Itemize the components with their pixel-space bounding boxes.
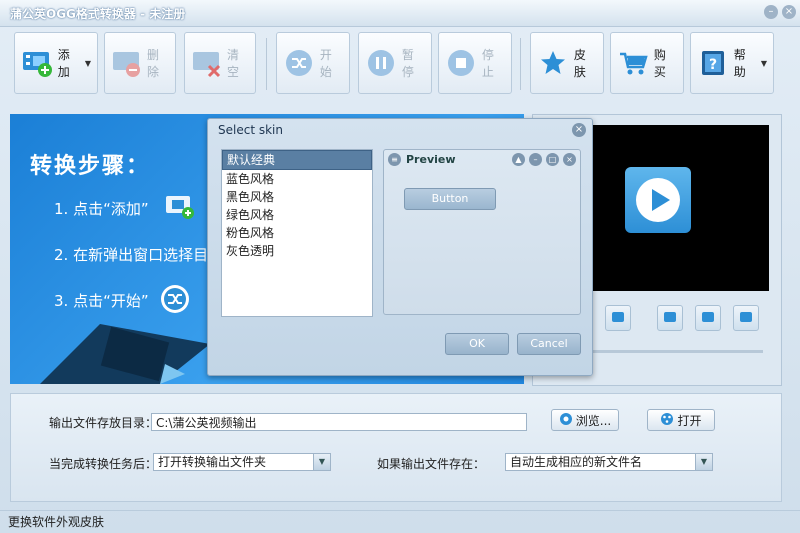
window-title: 蒲公英OGG格式转换器 - 未注册 (10, 7, 186, 21)
file-exists-label: 如果输出文件存在： (377, 457, 486, 471)
buy-label: 购买 (653, 48, 666, 79)
open-button[interactable]: 打开 (647, 409, 715, 431)
pause-button[interactable]: 暂停 (358, 32, 432, 94)
browse-icon (559, 412, 573, 429)
delete-label: 删除 (147, 48, 160, 79)
play-button[interactable] (625, 167, 691, 233)
output-settings: 输出文件存放目录： C:\蒲公英视频输出 浏览... 打开 当完成转换任务后： … (10, 393, 782, 502)
chevron-down-icon[interactable]: ▼ (313, 454, 330, 470)
skin-preview: ≡ Preview ▲ – □ × Button (383, 149, 581, 315)
preview-sample-button: Button (404, 188, 496, 210)
after-task-label: 当完成转换任务后： (49, 457, 158, 471)
decorative-filmstrip (40, 324, 210, 384)
stop-label: 停止 (481, 48, 494, 79)
stop-icon (445, 46, 478, 80)
chevron-down-icon[interactable]: ▼ (85, 59, 91, 68)
cancel-button[interactable]: Cancel (517, 333, 581, 355)
add-button[interactable]: 添加 ▼ (14, 32, 98, 94)
add-film-icon (164, 192, 198, 225)
toolbar: 添加 ▼ 删除 清空 开始 暂停 停止 皮肤 购买 ? 帮助 ▼ (0, 26, 800, 102)
clear-button[interactable]: 清空 (184, 32, 256, 94)
title-bar: 蒲公英OGG格式转换器 - 未注册 – × (0, 0, 800, 27)
skin-list-item[interactable]: 绿色风格 (222, 206, 372, 224)
start-button[interactable]: 开始 (276, 32, 350, 94)
chevron-down-icon[interactable]: ▼ (761, 59, 767, 68)
help-icon: ? (697, 46, 730, 80)
add-label: 添加 (57, 48, 70, 79)
file-exists-value: 自动生成相应的新文件名 (510, 455, 643, 469)
guide-step-2: 2. 在新弹出窗口选择目 (54, 246, 209, 264)
open-label: 打开 (677, 413, 702, 428)
buy-button[interactable]: 购买 (610, 32, 684, 94)
after-task-value: 打开转换输出文件夹 (158, 455, 267, 469)
close-button[interactable]: × (782, 5, 796, 19)
dialog-close-button[interactable]: × (572, 123, 586, 137)
skin-list-item[interactable]: 蓝色风格 (222, 170, 372, 188)
browse-button[interactable]: 浏览... (551, 409, 619, 431)
toolbar-divider (266, 38, 267, 90)
preview-minimize-icon: – (529, 153, 542, 166)
skin-list-item[interactable]: 黑色风格 (222, 188, 372, 206)
dialog-title: Select skin (218, 123, 283, 137)
status-bar: 更换软件外观皮肤 (0, 510, 800, 533)
delete-film-icon (111, 46, 143, 80)
skin-button[interactable]: 皮肤 (530, 32, 604, 94)
help-button[interactable]: ? 帮助 ▼ (690, 32, 774, 94)
preview-maximize-icon: □ (546, 153, 559, 166)
film-reel-icon (660, 412, 674, 429)
pause-label: 暂停 (401, 48, 414, 79)
toolbar-divider (520, 38, 521, 90)
star-icon (537, 46, 570, 80)
output-dir-label: 输出文件存放目录： (49, 416, 158, 430)
folder-control[interactable] (733, 305, 759, 331)
file-exists-select[interactable]: 自动生成相应的新文件名 ▼ (505, 453, 713, 471)
browse-label: 浏览... (575, 413, 612, 428)
help-label: 帮助 (733, 48, 746, 79)
preview-up-icon: ▲ (512, 153, 525, 166)
snapshot-control[interactable] (695, 305, 721, 331)
skin-label: 皮肤 (573, 48, 586, 79)
clear-film-icon (191, 46, 223, 80)
select-skin-dialog: Select skin × 默认经典 蓝色风格 黑色风格 绿色风格 粉色风格 灰… (207, 118, 593, 376)
start-label: 开始 (319, 48, 332, 79)
chevron-down-icon[interactable]: ▼ (695, 454, 712, 470)
svg-text:?: ? (709, 57, 717, 73)
delete-button[interactable]: 删除 (104, 32, 176, 94)
stop-control[interactable] (605, 305, 631, 331)
skin-list-item[interactable]: 灰色透明 (222, 242, 372, 260)
cart-icon (617, 46, 650, 80)
stop-button[interactable]: 停止 (438, 32, 512, 94)
skin-list: 默认经典 蓝色风格 黑色风格 绿色风格 粉色风格 灰色透明 (221, 149, 373, 317)
minimize-button[interactable]: – (764, 5, 778, 19)
skin-list-item[interactable]: 粉色风格 (222, 224, 372, 242)
guide-step-1: 1. 点击“添加” (54, 200, 149, 218)
output-dir-field[interactable]: C:\蒲公英视频输出 (151, 413, 527, 431)
preview-title: Preview (406, 153, 456, 166)
seek-bar[interactable] (593, 350, 763, 353)
preview-menu-icon: ≡ (388, 153, 401, 166)
preview-title-bar: ≡ Preview ▲ – □ × (384, 150, 580, 170)
ok-button[interactable]: OK (445, 333, 509, 355)
after-task-select[interactable]: 打开转换输出文件夹 ▼ (153, 453, 331, 471)
shuffle-icon (283, 46, 316, 80)
skin-list-item[interactable]: 默认经典 (222, 150, 372, 170)
add-film-icon (21, 46, 54, 80)
preview-close-icon: × (563, 153, 576, 166)
guide-title: 转换步骤： (30, 154, 151, 179)
clear-label: 清空 (227, 48, 240, 79)
volume-control[interactable] (657, 305, 683, 331)
pause-icon (365, 46, 398, 80)
